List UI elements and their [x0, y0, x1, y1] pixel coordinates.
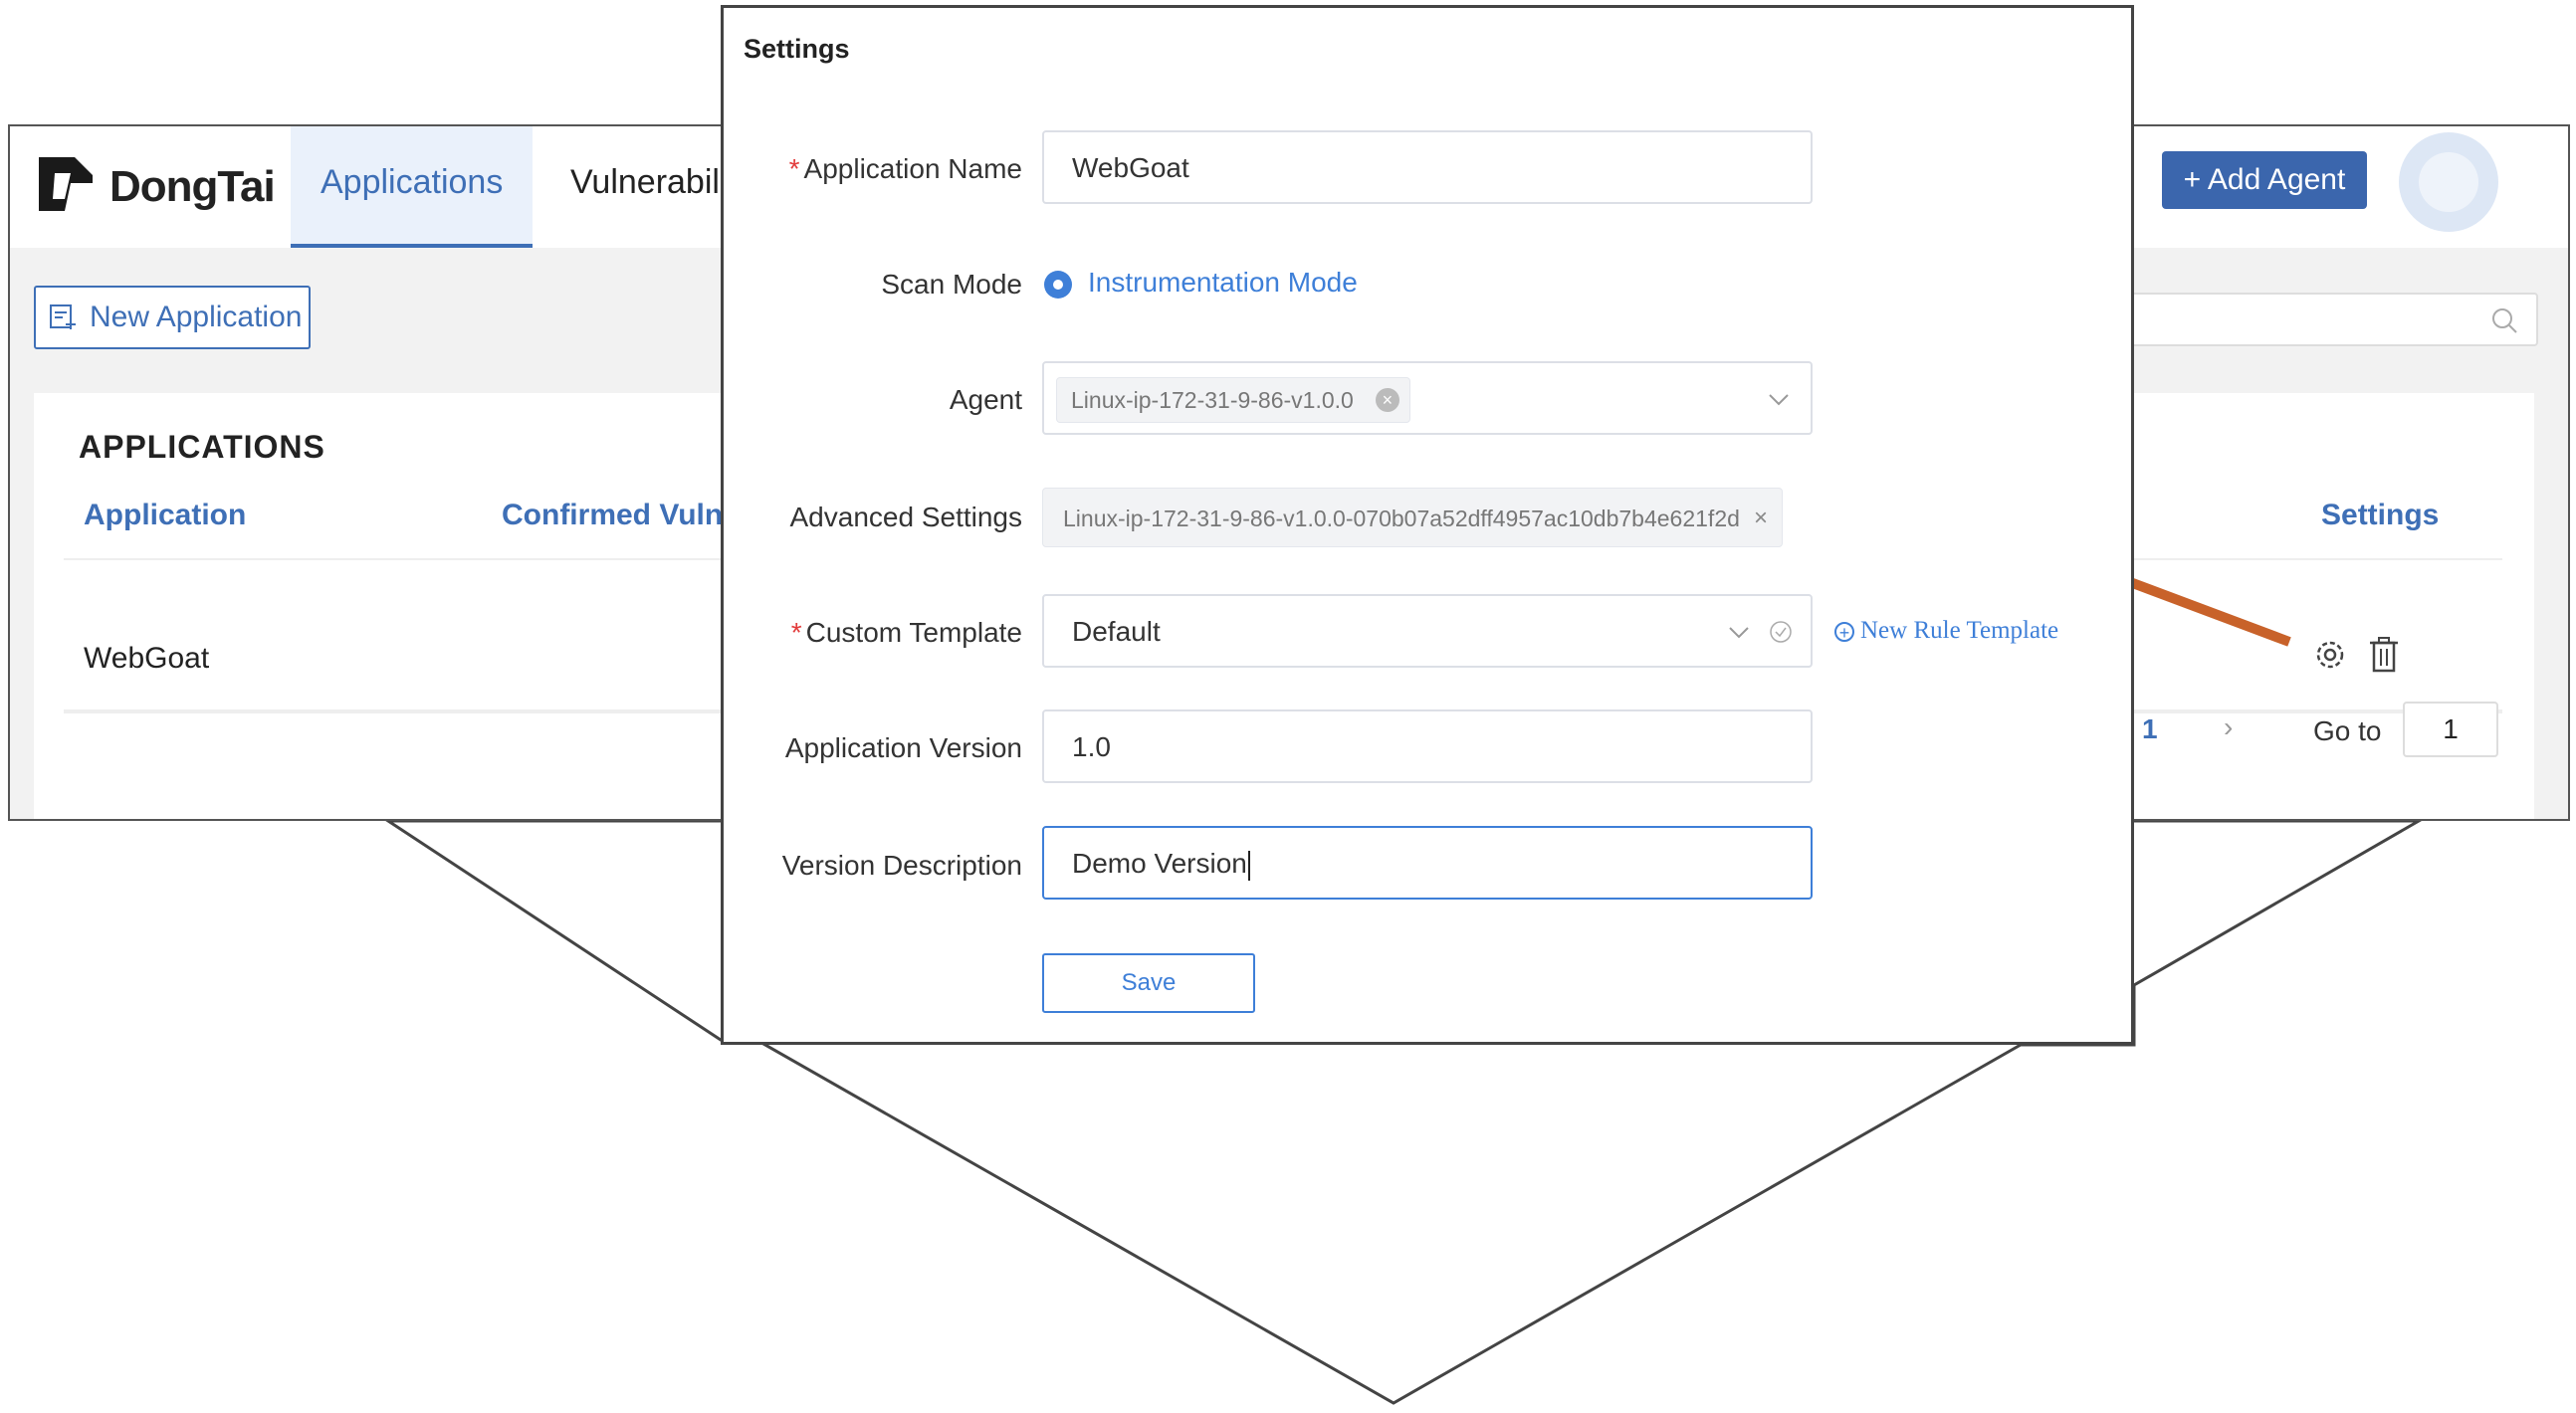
- column-header-confirmed: Confirmed Vulne: [502, 499, 740, 531]
- check-circle-icon: [1770, 621, 1792, 643]
- pagination-next-icon[interactable]: ›: [2224, 711, 2233, 743]
- new-document-icon: [50, 304, 76, 329]
- agent-label: Agent: [949, 384, 1022, 415]
- agent-tag: Linux-ip-172-31-9-86-v1.0.0 ×: [1056, 377, 1410, 423]
- chevron-down-icon: [1729, 627, 1749, 639]
- advanced-settings-label: Advanced Settings: [789, 502, 1023, 532]
- avatar[interactable]: [2399, 132, 2498, 232]
- advanced-settings-tag-label: Linux-ip-172-31-9-86-v1.0.0-070b07a52dff…: [1063, 505, 1740, 531]
- scan-mode-label: Scan Mode: [881, 269, 1022, 300]
- plus-circle-icon: +: [1834, 622, 1854, 643]
- new-rule-template-link[interactable]: + New Rule Template: [1834, 617, 2058, 645]
- custom-template-select[interactable]: Default: [1042, 594, 1813, 668]
- trash-icon[interactable]: [2367, 636, 2401, 674]
- application-name-input[interactable]: WebGoat: [1042, 130, 1813, 204]
- advanced-settings-tag: Linux-ip-172-31-9-86-v1.0.0-070b07a52dff…: [1042, 488, 1783, 547]
- application-version-input[interactable]: 1.0: [1042, 709, 1813, 783]
- scan-mode-radio[interactable]: [1044, 271, 1072, 299]
- new-application-button[interactable]: New Application: [34, 286, 311, 349]
- tab-applications[interactable]: Applications: [291, 126, 534, 248]
- flame-icon: [2419, 152, 2478, 212]
- application-name-value: WebGoat: [1072, 152, 1189, 183]
- search-icon: [2492, 308, 2517, 333]
- version-description-label: Version Description: [781, 850, 1022, 881]
- goto-label: Go to: [2313, 715, 2382, 746]
- close-icon[interactable]: ×: [1754, 489, 1768, 548]
- dialog-title: Settings: [744, 34, 850, 64]
- logo-text: DongTai: [109, 162, 276, 211]
- application-version-value: 1.0: [1072, 731, 1111, 762]
- custom-template-label: * Custom Template: [790, 617, 1022, 648]
- gear-icon[interactable]: [2313, 638, 2347, 672]
- panel-title: APPLICATIONS: [79, 429, 325, 465]
- chevron-down-icon: [1769, 394, 1789, 406]
- goto-page-input[interactable]: 1: [2403, 702, 2498, 757]
- version-description-value: Demo Version: [1072, 848, 1250, 881]
- table-row-application: WebGoat: [84, 642, 210, 675]
- new-application-label: New Application: [90, 301, 303, 333]
- column-header-settings: Settings: [2321, 499, 2440, 531]
- save-button[interactable]: Save: [1042, 953, 1255, 1013]
- search-input[interactable]: [2120, 293, 2538, 346]
- custom-template-value: Default: [1072, 616, 1161, 647]
- column-header-application: Application: [84, 499, 247, 531]
- settings-dialog: Settings * Application Name WebGoat Scan …: [721, 5, 2134, 1045]
- close-icon[interactable]: ×: [1375, 388, 1399, 412]
- version-description-input[interactable]: Demo Version: [1042, 826, 1813, 900]
- agent-tag-label: Linux-ip-172-31-9-86-v1.0.0: [1071, 387, 1354, 413]
- agent-select[interactable]: Linux-ip-172-31-9-86-v1.0.0 ×: [1042, 361, 1813, 435]
- dongtai-logo-icon: [39, 157, 93, 211]
- application-version-label: Application Version: [784, 732, 1022, 763]
- application-name-label: * Application Name: [788, 153, 1022, 184]
- pagination-current[interactable]: 1: [2142, 713, 2158, 745]
- add-agent-button[interactable]: + Add Agent: [2162, 151, 2367, 209]
- scan-mode-option-label[interactable]: Instrumentation Mode: [1088, 267, 1358, 299]
